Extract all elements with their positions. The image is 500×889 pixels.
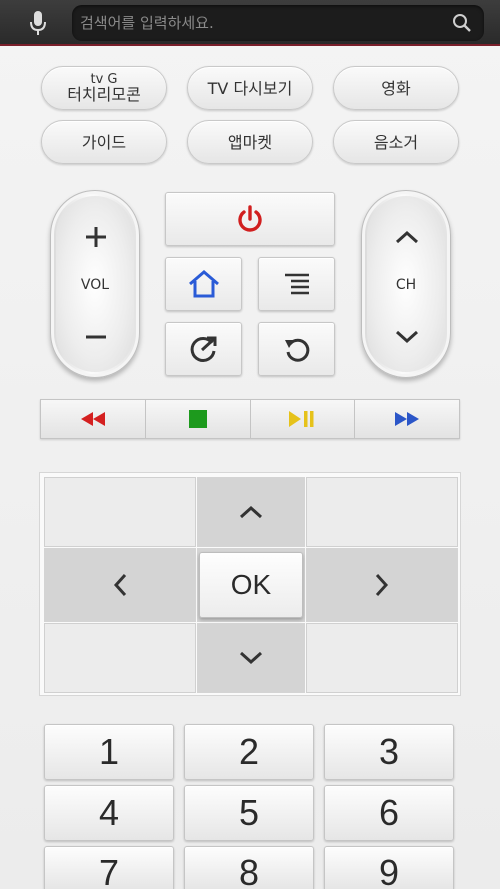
ok-label: OK [230, 569, 272, 600]
menu-button[interactable] [258, 257, 335, 311]
dpad-down-button[interactable] [197, 623, 305, 693]
channel-down-button[interactable] [382, 317, 432, 357]
play-pause-button[interactable] [250, 400, 356, 438]
tv-replay-label: TV 다시보기 [207, 78, 293, 98]
direction-pad: OK [39, 472, 461, 696]
back-arrow-icon [284, 338, 309, 362]
fast-forward-icon [395, 412, 420, 426]
channel-rocker: CH [361, 190, 451, 378]
dpad-corner-bottom-left [44, 623, 196, 693]
mute-label: 음소거 [373, 132, 419, 152]
guide-button[interactable]: 가이드 [41, 120, 167, 164]
chevron-up-icon [395, 230, 419, 244]
number-key-8[interactable]: 8 [184, 846, 314, 889]
number-key-label: 8 [238, 852, 260, 889]
number-key-3[interactable]: 3 [324, 724, 454, 780]
power-button[interactable] [165, 192, 335, 246]
chevron-down-icon [239, 651, 263, 665]
number-key-6[interactable]: 6 [324, 785, 454, 841]
number-key-label: 2 [238, 731, 260, 772]
dpad-corner-bottom-right [306, 623, 458, 693]
app-market-label: 앱마켓 [227, 132, 273, 152]
rewind-button[interactable] [41, 400, 146, 438]
stop-icon [188, 410, 207, 428]
number-key-label: 5 [238, 792, 260, 833]
chevron-up-icon [239, 505, 263, 519]
dpad-right-button[interactable] [306, 548, 458, 622]
number-key-label: 3 [378, 731, 400, 772]
chevron-right-icon [375, 573, 389, 597]
dpad-left-button[interactable] [44, 548, 196, 622]
app-market-button[interactable]: 앱마켓 [187, 120, 313, 164]
power-icon [238, 205, 262, 232]
channel-label: CH [395, 277, 417, 293]
number-key-label: 7 [98, 852, 120, 889]
tv-replay-button[interactable]: TV 다시보기 [187, 66, 313, 110]
plus-icon [86, 227, 106, 247]
top-search-bar [0, 0, 500, 46]
touch-remote-label: 터치리모콘 [67, 85, 141, 104]
number-key-5[interactable]: 5 [184, 785, 314, 841]
volume-down-button[interactable] [71, 317, 121, 357]
exit-button[interactable] [165, 322, 242, 376]
dpad-up-button[interactable] [197, 477, 305, 547]
volume-label: VOL [80, 277, 110, 293]
ok-button[interactable]: OK [199, 552, 303, 618]
fast-forward-button[interactable] [355, 400, 459, 438]
microphone-icon[interactable] [22, 9, 54, 37]
exit-icon [190, 336, 216, 362]
home-icon [188, 270, 219, 298]
number-key-label: 9 [378, 852, 400, 889]
volume-rocker: VOL [50, 190, 140, 378]
guide-label: 가이드 [81, 132, 127, 152]
number-key-4[interactable]: 4 [44, 785, 174, 841]
dpad-corner-top-left [44, 477, 196, 547]
number-key-label: 6 [378, 792, 400, 833]
channel-up-button[interactable] [382, 217, 432, 257]
home-button[interactable] [165, 257, 242, 311]
search-input[interactable] [80, 5, 440, 41]
minus-icon [86, 335, 106, 339]
movie-label: 영화 [381, 78, 411, 98]
chevron-down-icon [395, 330, 419, 344]
mute-button[interactable]: 음소거 [333, 120, 459, 164]
search-box [72, 5, 484, 41]
dpad-corner-top-right [306, 477, 458, 547]
search-icon[interactable] [452, 13, 472, 33]
movie-button[interactable]: 영화 [333, 66, 459, 110]
back-button[interactable] [258, 322, 335, 376]
stop-button[interactable] [145, 400, 251, 438]
number-key-1[interactable]: 1 [44, 724, 174, 780]
media-controls [40, 399, 460, 439]
rewind-icon [80, 412, 105, 426]
menu-list-icon [284, 273, 309, 295]
volume-up-button[interactable] [71, 217, 121, 257]
number-key-label: 1 [98, 731, 120, 772]
number-key-7[interactable]: 7 [44, 846, 174, 889]
chevron-left-icon [113, 573, 127, 597]
play-pause-icon [289, 411, 314, 427]
tvg-touch-remote-button[interactable]: tv G 터치리모콘 [41, 66, 167, 110]
number-key-2[interactable]: 2 [184, 724, 314, 780]
number-key-9[interactable]: 9 [324, 846, 454, 889]
number-key-label: 4 [98, 792, 120, 833]
